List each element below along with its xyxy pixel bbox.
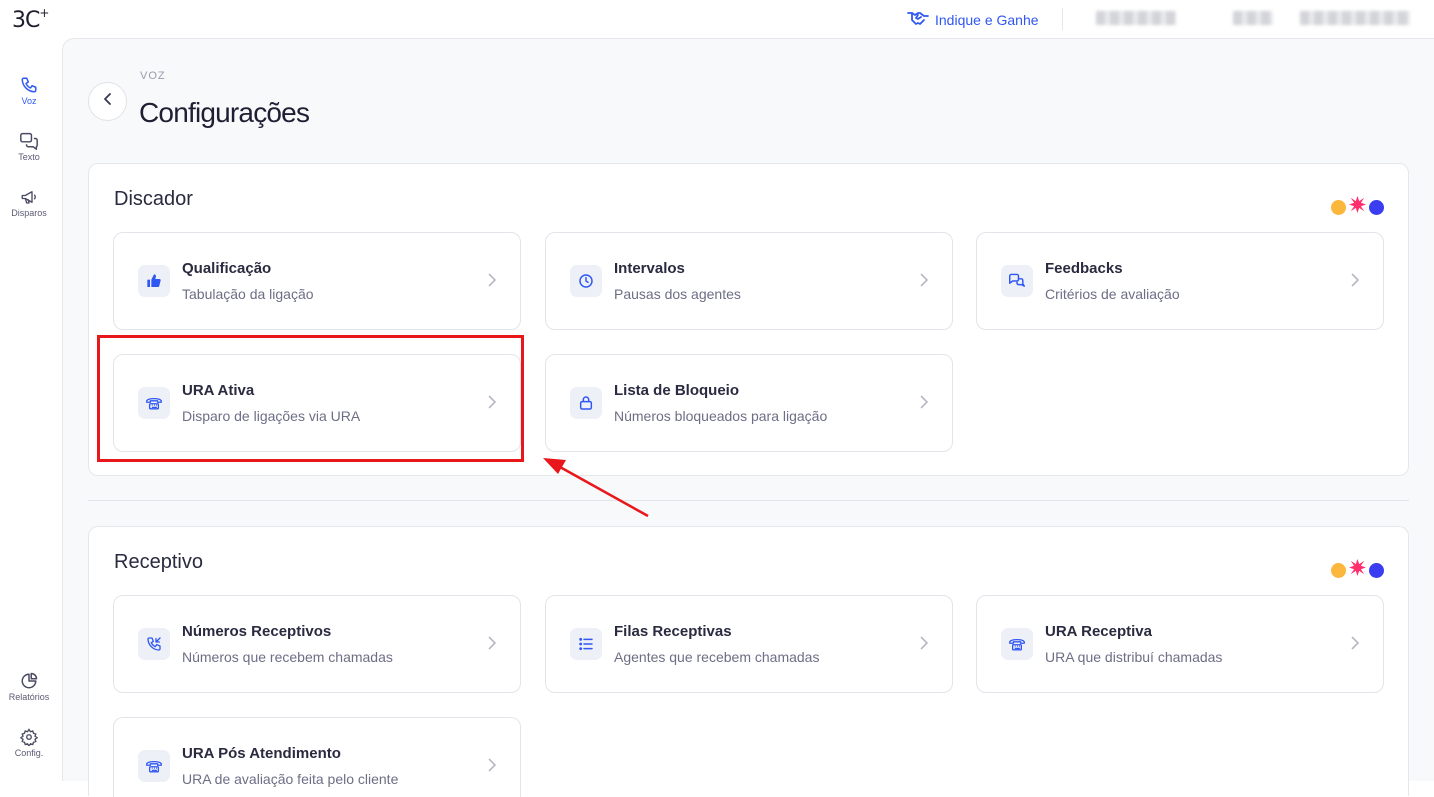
chevron-right-icon — [920, 395, 929, 414]
indique-e-ganhe-link[interactable]: Indique e Ganhe — [907, 10, 1039, 29]
lock-icon — [570, 387, 602, 419]
card-subtitle: URA de avaliação feita pelo cliente — [182, 771, 399, 787]
user-info-blurred — [1096, 11, 1176, 25]
chevron-right-icon — [488, 636, 497, 655]
ura-phone-icon — [1001, 628, 1033, 660]
indique-label: Indique e Ganhe — [935, 11, 1039, 28]
blue-dot-icon — [1369, 199, 1384, 215]
blue-dot-icon — [1369, 562, 1384, 578]
decorative-dots — [1331, 196, 1384, 218]
card-numeros-receptivos[interactable]: Números Receptivos Números que recebem c… — [113, 595, 521, 693]
sidebar-item-relatorios[interactable]: Relatórios — [0, 672, 58, 702]
card-title: Filas Receptivas — [614, 623, 732, 640]
chevron-right-icon — [1351, 636, 1360, 655]
card-title: URA Receptiva — [1045, 623, 1152, 640]
card-qualificacao[interactable]: Qualificação Tabulação da ligação — [113, 232, 521, 330]
sidebar-label: Config. — [14, 748, 44, 758]
chat-bubbles-icon — [1001, 265, 1033, 297]
card-title: URA Pós Atendimento — [182, 745, 341, 762]
sidebar-label: Disparos — [11, 208, 47, 218]
decorative-dots — [1331, 559, 1384, 581]
highlight-box — [97, 335, 524, 462]
sidebar-label: Relatórios — [8, 692, 50, 702]
pink-star-icon — [1349, 559, 1366, 581]
pie-chart-icon — [0, 672, 58, 690]
pink-star-icon — [1349, 196, 1366, 218]
company-info-blurred — [1233, 11, 1273, 25]
sidebar-label: Voz — [21, 96, 37, 106]
ura-phone-icon — [138, 750, 170, 782]
card-subtitle: Critérios de avaliação — [1045, 286, 1180, 302]
breadcrumb: VOZ — [140, 70, 166, 82]
back-button[interactable] — [88, 82, 127, 121]
gear-icon — [0, 728, 58, 746]
chevron-right-icon — [1351, 273, 1360, 292]
chevron-right-icon — [488, 758, 497, 777]
account-info-blurred[interactable] — [1300, 11, 1410, 25]
section-title: Discador — [114, 188, 193, 210]
page-title: Configurações — [139, 97, 310, 128]
chevron-right-icon — [488, 273, 497, 292]
incoming-call-icon — [138, 628, 170, 660]
section-receptivo: Receptivo Números Receptivos Números que… — [88, 526, 1409, 797]
card-subtitle: Pausas dos agentes — [614, 286, 741, 302]
yellow-dot-icon — [1331, 562, 1346, 578]
card-subtitle: Números que recebem chamadas — [182, 649, 393, 665]
sidebar-label: Texto — [18, 152, 40, 162]
card-ura-pos-atendimento[interactable]: URA Pós Atendimento URA de avaliação fei… — [113, 717, 521, 797]
section-divider — [88, 500, 1409, 501]
sidebar: Voz Texto Disparos Relatórios Config. — [0, 38, 62, 781]
chevron-right-icon — [920, 636, 929, 655]
handshake-icon — [907, 10, 929, 29]
megaphone-icon — [0, 188, 58, 206]
sidebar-item-voz[interactable]: Voz — [0, 76, 58, 106]
clock-icon — [570, 265, 602, 297]
card-subtitle: Agentes que recebem chamadas — [614, 649, 820, 665]
card-subtitle: Números bloqueados para ligação — [614, 408, 828, 424]
card-title: Feedbacks — [1045, 260, 1123, 277]
card-filas-receptivas[interactable]: Filas Receptivas Agentes que recebem cha… — [545, 595, 953, 693]
card-feedbacks[interactable]: Feedbacks Critérios de avaliação — [976, 232, 1384, 330]
logo[interactable]: 3C+ — [12, 6, 49, 33]
chevron-right-icon — [920, 273, 929, 292]
sidebar-item-texto[interactable]: Texto — [0, 132, 58, 162]
list-icon — [570, 628, 602, 660]
phone-icon — [0, 76, 58, 94]
top-bar: 3C+ Indique e Ganhe — [0, 0, 1434, 38]
card-subtitle: Tabulação da ligação — [182, 286, 314, 302]
thumbs-up-icon — [138, 265, 170, 297]
section-title: Receptivo — [114, 551, 203, 573]
sidebar-item-disparos[interactable]: Disparos — [0, 188, 58, 218]
sidebar-item-config[interactable]: Config. — [0, 728, 58, 758]
card-lista-de-bloqueio[interactable]: Lista de Bloqueio Números bloqueados par… — [545, 354, 953, 452]
yellow-dot-icon — [1331, 199, 1346, 215]
card-ura-receptiva[interactable]: URA Receptiva URA que distribuí chamadas — [976, 595, 1384, 693]
chat-icon — [0, 132, 58, 150]
card-title: Lista de Bloqueio — [614, 382, 740, 399]
top-divider — [1062, 8, 1063, 30]
card-title: Qualificação — [182, 260, 272, 277]
chevron-left-icon — [102, 92, 114, 111]
card-title: Números Receptivos — [182, 623, 332, 640]
card-intervalos[interactable]: Intervalos Pausas dos agentes — [545, 232, 953, 330]
card-title: Intervalos — [614, 260, 685, 277]
card-subtitle: URA que distribuí chamadas — [1045, 649, 1223, 665]
